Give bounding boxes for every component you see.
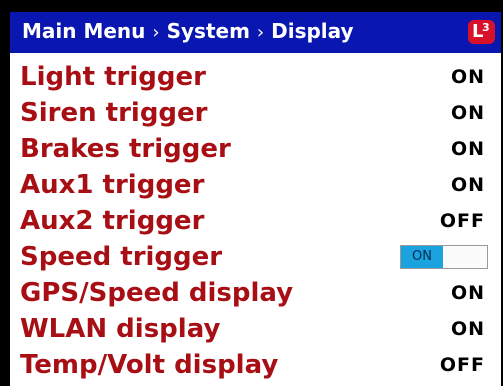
l3-logo-icon: L 3 bbox=[468, 20, 495, 44]
setting-row-light-trigger[interactable]: Light trigger ON bbox=[10, 59, 501, 95]
setting-value: ON bbox=[450, 66, 485, 88]
breadcrumb-separator-icon: › bbox=[256, 22, 265, 43]
breadcrumb-display: Display bbox=[271, 19, 354, 43]
setting-value: OFF bbox=[439, 354, 485, 376]
setting-label: Speed trigger bbox=[20, 242, 223, 272]
setting-label: Aux1 trigger bbox=[20, 170, 205, 200]
breadcrumb: Main Menu › System › Display bbox=[22, 18, 354, 46]
breadcrumb-separator-icon: › bbox=[152, 22, 160, 43]
setting-row-gps-speed-display[interactable]: GPS/Speed display ON bbox=[10, 275, 501, 311]
setting-label: GPS/Speed display bbox=[20, 278, 294, 308]
setting-label: Aux2 trigger bbox=[20, 206, 205, 236]
setting-row-brakes-trigger[interactable]: Brakes trigger ON bbox=[10, 131, 501, 167]
setting-row-temp-volt-display[interactable]: Temp/Volt display OFF bbox=[10, 347, 501, 383]
toggle-on-segment: ON bbox=[401, 246, 443, 268]
setting-value: ON bbox=[450, 318, 485, 340]
toggle-knob bbox=[443, 246, 487, 268]
setting-value: ON bbox=[450, 102, 485, 124]
setting-label: Light trigger bbox=[20, 62, 206, 92]
setting-value: ON bbox=[450, 282, 485, 304]
speed-trigger-toggle[interactable]: ON bbox=[400, 245, 488, 269]
setting-label: Siren trigger bbox=[20, 98, 208, 128]
setting-value: OFF bbox=[439, 210, 485, 232]
settings-list: Light trigger ON Siren trigger ON Brakes… bbox=[10, 59, 501, 383]
setting-value: ON bbox=[450, 138, 485, 160]
breadcrumb-system[interactable]: System bbox=[167, 19, 250, 43]
title-bar: Main Menu › System › Display L 3 bbox=[10, 12, 501, 53]
setting-row-siren-trigger[interactable]: Siren trigger ON bbox=[10, 95, 501, 131]
setting-value: ON bbox=[450, 174, 485, 196]
setting-label: Temp/Volt display bbox=[20, 350, 279, 380]
setting-row-aux2-trigger[interactable]: Aux2 trigger OFF bbox=[10, 203, 501, 239]
setting-label: WLAN display bbox=[20, 314, 221, 344]
setting-row-aux1-trigger[interactable]: Aux1 trigger ON bbox=[10, 167, 501, 203]
setting-row-wlan-display[interactable]: WLAN display ON bbox=[10, 311, 501, 347]
display-settings-screen: Main Menu › System › Display L 3 Light trigg… bbox=[10, 12, 501, 386]
setting-label: Brakes trigger bbox=[20, 134, 231, 164]
setting-row-speed-trigger[interactable]: Speed trigger ON bbox=[10, 239, 501, 275]
breadcrumb-main-menu[interactable]: Main Menu bbox=[22, 19, 145, 43]
